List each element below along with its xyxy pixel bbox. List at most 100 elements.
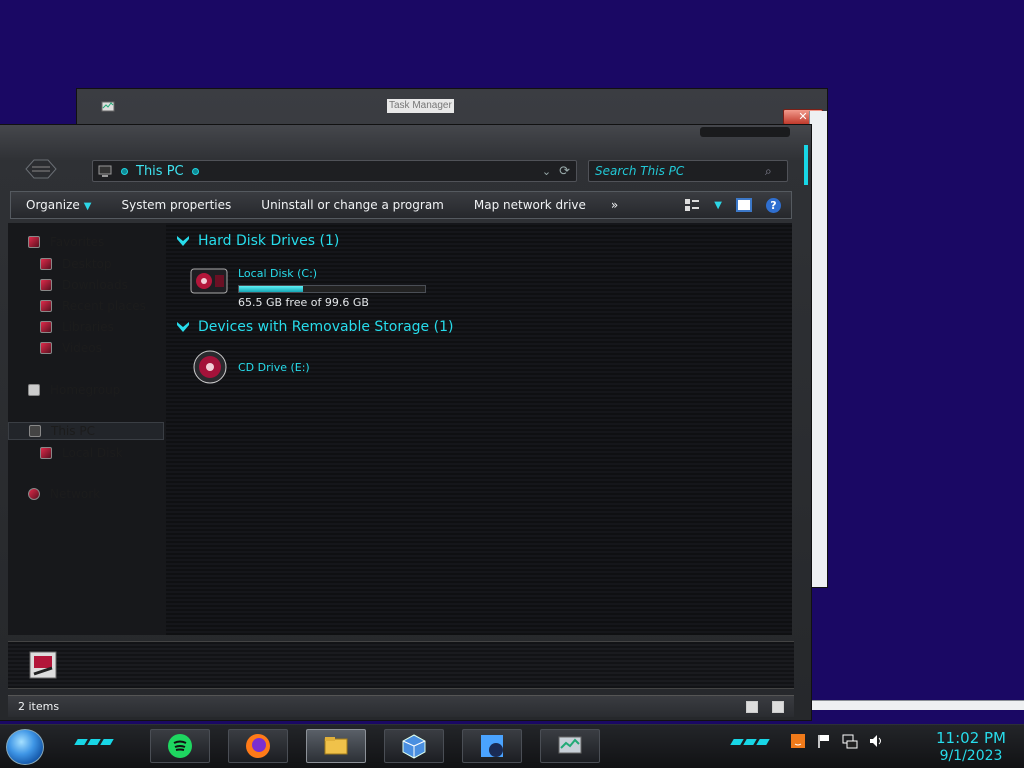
window-frame-notch — [700, 127, 790, 137]
nav-label: Downloads — [62, 278, 128, 292]
clock[interactable]: 11:02 PM 9/1/2023 — [936, 729, 1006, 765]
clock-date: 9/1/2023 — [939, 748, 1003, 764]
spotify-icon — [168, 734, 192, 758]
taskbar-virtualbox[interactable] — [384, 729, 444, 763]
task-manager-title: Task Manager — [387, 99, 454, 113]
task-manager-bottom-edge — [812, 700, 1024, 710]
nav-item-downloads[interactable]: Downloads — [8, 276, 164, 294]
preview-pane-icon[interactable] — [736, 198, 752, 212]
explorer-window: This PC ⌄ ⟳ ⌕ Organize▼ System propertie… — [0, 124, 812, 721]
library-icon — [40, 321, 52, 333]
nav-label: Videos — [62, 341, 102, 355]
nav-label: Libraries — [62, 320, 114, 334]
disk-icon — [40, 447, 52, 459]
star-icon — [28, 236, 40, 248]
taskbar-firefox[interactable] — [228, 729, 288, 763]
search-icon[interactable]: ⌕ — [765, 164, 772, 179]
drive-name: Local Disk (C:) — [238, 267, 318, 280]
view-options-chevron-icon[interactable]: ▼ — [714, 200, 722, 211]
uninstall-program-button[interactable]: Uninstall or change a program — [246, 198, 459, 212]
win10-tool-icon — [481, 735, 503, 757]
firefox-icon — [246, 734, 270, 758]
network-icon[interactable] — [842, 733, 858, 749]
taskbar-task-manager[interactable] — [540, 729, 600, 763]
computer-icon — [29, 651, 57, 679]
cd-drive-icon — [193, 350, 227, 384]
computer-icon — [29, 425, 41, 437]
taskbar-file-explorer[interactable] — [306, 729, 366, 763]
nav-item-local-disk[interactable]: Local Disk — [8, 444, 164, 462]
group-title: Devices with Removable Storage (1) — [198, 319, 454, 335]
taskbar-decoration — [730, 739, 770, 745]
search-input[interactable] — [595, 164, 765, 178]
nav-item-videos[interactable]: Videos — [8, 339, 164, 357]
file-explorer-icon — [324, 737, 348, 755]
network-icon — [28, 488, 40, 500]
organize-button[interactable]: Organize ▼ — [11, 198, 106, 212]
taskbar: 11:02 PM 9/1/2023 — [0, 724, 1024, 768]
nav-item-libraries[interactable]: Libraries — [8, 318, 164, 336]
map-network-drive-button[interactable]: Map network drive — [459, 198, 601, 212]
address-bar[interactable]: This PC ⌄ ⟳ — [92, 160, 577, 182]
more-commands-button[interactable]: » — [601, 198, 628, 212]
chevron-down-icon[interactable]: ⌄ — [542, 165, 551, 178]
change-view-icon[interactable] — [684, 198, 700, 212]
group-header-hard-disks[interactable]: Hard Disk Drives (1) — [176, 233, 339, 249]
drive-local-disk-c[interactable]: Local Disk (C:) 65.5 GB free of 99.6 GB — [188, 263, 426, 309]
drive-cd-e[interactable]: CD Drive (E:) — [188, 349, 310, 385]
item-count: 2 items — [18, 700, 60, 713]
navigation-pane: Favorites Desktop Downloads Recent place… — [8, 223, 166, 635]
nav-label: Desktop — [62, 257, 112, 271]
nav-label: Homegroup — [50, 383, 121, 397]
breadcrumb-separator-icon — [121, 167, 128, 175]
details-pane — [8, 641, 794, 689]
help-icon[interactable]: ? — [766, 197, 781, 213]
breadcrumb-separator-icon[interactable] — [191, 167, 199, 175]
recent-icon — [40, 300, 52, 312]
virtualbox-icon — [402, 734, 426, 759]
drive-free-space: 65.5 GB free of 99.6 GB — [238, 296, 369, 309]
start-button[interactable] — [6, 729, 44, 765]
status-bar: 2 items — [8, 695, 794, 717]
nav-item-favorites[interactable]: Favorites — [8, 233, 164, 251]
homegroup-icon — [28, 384, 40, 396]
java-icon[interactable] — [790, 733, 806, 749]
capacity-bar — [238, 285, 426, 293]
nav-item-this-pc[interactable]: This PC — [8, 422, 164, 440]
task-manager-icon — [101, 99, 115, 113]
capacity-fill — [239, 286, 303, 292]
videos-icon — [40, 342, 52, 354]
nav-label: Favorites — [50, 235, 105, 249]
chevron-down-icon: ▼ — [83, 201, 92, 212]
group-header-removable[interactable]: Devices with Removable Storage (1) — [176, 319, 453, 335]
nav-label: Recent places — [62, 299, 146, 313]
nav-item-homegroup[interactable]: Homegroup — [8, 381, 164, 399]
details-view-icon[interactable] — [746, 700, 758, 713]
collapse-chevron-icon[interactable] — [176, 321, 190, 333]
collapse-chevron-icon[interactable] — [176, 235, 190, 247]
flag-icon[interactable] — [816, 733, 832, 749]
nav-label: Network — [50, 487, 101, 501]
taskbar-win10-tool[interactable] — [462, 729, 522, 763]
nav-item-desktop[interactable]: Desktop — [8, 255, 164, 273]
hard-disk-icon — [190, 268, 228, 294]
desktop-icon — [40, 258, 52, 270]
nav-label: Local Disk — [62, 446, 123, 460]
taskbar-decoration — [74, 739, 114, 745]
drive-name: CD Drive (E:) — [238, 361, 310, 374]
refresh-icon[interactable]: ⟳ — [559, 164, 570, 179]
downloads-icon — [40, 279, 52, 291]
search-box[interactable]: ⌕ — [588, 160, 788, 182]
taskbar-spotify[interactable] — [150, 729, 210, 763]
frame-accent — [804, 145, 808, 185]
nav-item-recent-places[interactable]: Recent places — [8, 297, 164, 315]
system-properties-button[interactable]: System properties — [106, 198, 246, 212]
breadcrumb-this-pc[interactable]: This PC — [136, 164, 184, 179]
clock-time: 11:02 PM — [936, 729, 1006, 747]
computer-icon — [98, 165, 112, 177]
nav-item-network[interactable]: Network — [8, 485, 164, 503]
command-bar: Organize ▼ System properties Uninstall or… — [10, 191, 792, 219]
back-forward-button[interactable] — [22, 157, 60, 181]
volume-icon[interactable] — [868, 733, 884, 749]
large-icons-view-icon[interactable] — [772, 700, 784, 713]
